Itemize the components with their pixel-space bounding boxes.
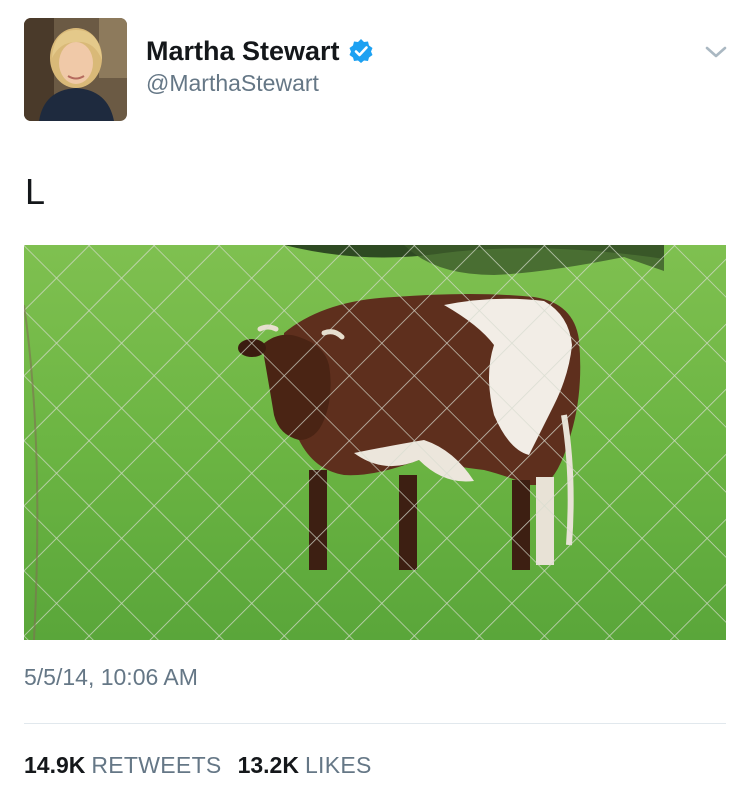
verified-badge-icon (349, 39, 373, 63)
likes-label: LIKES (304, 752, 372, 778)
tweet-photo[interactable] (24, 245, 726, 640)
avatar-image (24, 18, 127, 121)
author-handle[interactable]: @MarthaStewart (146, 70, 319, 97)
likes-count: 13.2K (237, 752, 299, 778)
author-name-row: Martha Stewart (146, 34, 374, 68)
chevron-down-icon[interactable] (703, 42, 729, 62)
retweets-stat[interactable]: 14.9K RETWEETS (24, 752, 222, 779)
divider (24, 723, 726, 724)
retweets-label: RETWEETS (91, 752, 222, 778)
tweet-text: L (25, 171, 46, 212)
retweets-count: 14.9K (24, 752, 86, 778)
avatar[interactable] (24, 18, 127, 121)
author-name[interactable]: Martha Stewart (146, 36, 340, 67)
tweet-stats: 14.9K RETWEETS 13.2K LIKES (24, 752, 388, 779)
cow-photo-image (24, 245, 726, 640)
likes-stat[interactable]: 13.2K LIKES (238, 752, 372, 779)
tweet-timestamp[interactable]: 5/5/14, 10:06 AM (24, 664, 198, 691)
